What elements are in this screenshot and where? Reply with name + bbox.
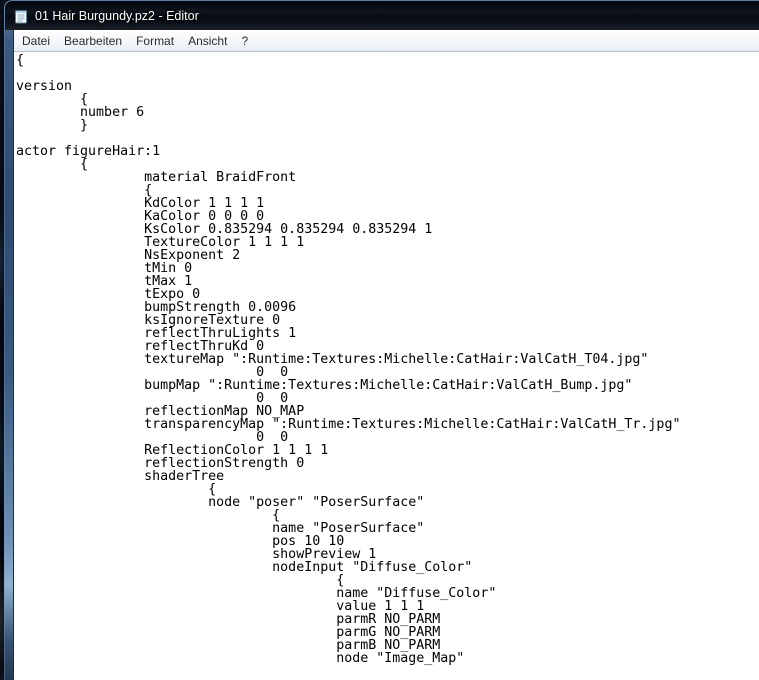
- text-editor-area[interactable]: { version { number 6 } actor figureHair:…: [14, 52, 759, 680]
- menu-item-ansicht[interactable]: Ansicht: [181, 31, 234, 51]
- desktop-background: { "window": { "title": "01 Hair Burgundy…: [0, 0, 759, 680]
- menu-item-format[interactable]: Format: [129, 31, 181, 51]
- title-bar[interactable]: 01 Hair Burgundy.pz2 - Editor: [5, 1, 759, 30]
- menu-item-bearbeiten[interactable]: Bearbeiten: [57, 31, 129, 51]
- window-body: Datei Bearbeiten Format Ansicht ? { vers…: [13, 30, 759, 680]
- notepad-icon[interactable]: [13, 8, 29, 24]
- menu-item-datei[interactable]: Datei: [15, 31, 57, 51]
- window-title: 01 Hair Burgundy.pz2 - Editor: [35, 8, 199, 23]
- menu-item-hilfe[interactable]: ?: [234, 31, 255, 51]
- notepad-window: 01 Hair Burgundy.pz2 - Editor Datei Bear…: [4, 0, 759, 680]
- menu-bar: Datei Bearbeiten Format Ansicht ?: [14, 30, 759, 52]
